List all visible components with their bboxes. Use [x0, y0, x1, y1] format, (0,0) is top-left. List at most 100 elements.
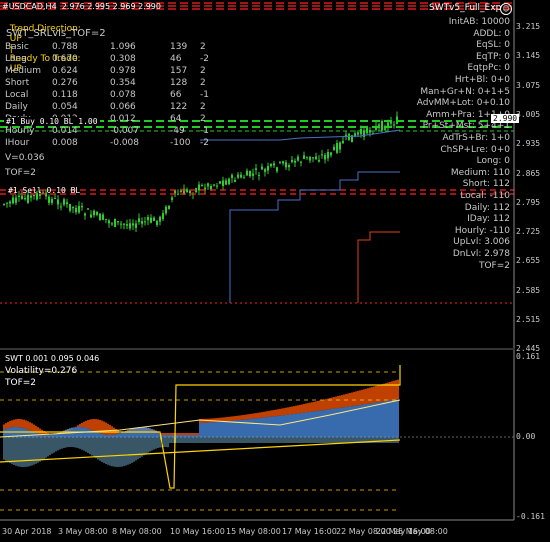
- candle-body: [93, 210, 95, 216]
- table-cell-a: 0.624: [52, 66, 78, 76]
- candle-body: [69, 203, 71, 211]
- info-label: Amm+Pra:: [426, 109, 475, 120]
- time-tick: 17 May 16:00: [282, 527, 337, 536]
- candle-body: [9, 201, 11, 204]
- candle-body: [156, 220, 158, 225]
- info-row: ADDL: 0: [380, 29, 510, 39]
- info-value: -110: [486, 191, 510, 201]
- candle-body: [294, 160, 296, 163]
- candle-body: [273, 163, 275, 166]
- candle-body: [282, 161, 284, 164]
- candle-body: [114, 218, 116, 227]
- candle-body: [12, 197, 14, 204]
- info-row: DnLvl: 2.978: [380, 249, 510, 259]
- candle-body: [72, 206, 74, 209]
- info-row: Short: 112: [380, 179, 510, 189]
- price-tick: 3.145: [516, 51, 541, 61]
- candle-body: [237, 174, 239, 178]
- candle-body: [261, 166, 263, 170]
- table-cell-c: 157: [170, 66, 188, 76]
- table-cell-c: 128: [170, 78, 188, 88]
- table-cell-d: 2: [200, 78, 206, 88]
- candle-body: [159, 216, 161, 222]
- info-row: Daily: 112: [380, 203, 510, 213]
- candle-body: [267, 166, 269, 171]
- info-row: UpLvl: 3.006: [380, 237, 510, 247]
- candle-body: [360, 128, 362, 135]
- info-label: Local:: [460, 191, 487, 201]
- candle-body: [147, 217, 149, 221]
- candle-body: [165, 206, 167, 214]
- info-label: Daily:: [464, 202, 490, 213]
- time-tick: 25 May 08:00: [393, 527, 448, 536]
- candle-body: [300, 161, 302, 163]
- table-cell-c: 139: [170, 42, 188, 52]
- table-cell-a: 0.276: [52, 78, 78, 88]
- candle-body: [117, 221, 119, 223]
- candle-body: [177, 193, 179, 195]
- pane-separator[interactable]: [0, 348, 515, 350]
- candle-body: [150, 217, 152, 223]
- table-cell-a: 0.008: [52, 138, 78, 148]
- candle-body: [96, 212, 98, 215]
- candle-body: [27, 194, 29, 203]
- candle-body: [15, 197, 17, 203]
- candle-body: [330, 152, 332, 156]
- candle-body: [225, 180, 227, 185]
- candle-body: [243, 177, 245, 179]
- candle-body: [111, 223, 113, 225]
- table-cell-a: 0.054: [52, 102, 78, 112]
- candle-body: [24, 197, 26, 200]
- price-tick: 2.725: [516, 227, 541, 237]
- candle-body: [105, 218, 107, 220]
- info-row: AdTrS+Br: 1+0: [380, 133, 510, 143]
- candle-body: [108, 220, 110, 224]
- table-cell-name: Local: [5, 90, 29, 100]
- price-tick: 2.585: [516, 285, 541, 295]
- candle-body: [288, 165, 290, 168]
- expert-name[interactable]: SWTv5_Full_Exp: [429, 3, 501, 13]
- buy-order-tag[interactable]: #1 Buy 0.10 BL 1.00: [4, 117, 100, 126]
- table-cell-b: -0.008: [110, 138, 140, 148]
- table-cell-b: 0.066: [110, 102, 136, 112]
- info-label: Long:: [476, 156, 502, 167]
- candle-body: [6, 202, 8, 204]
- table-cell-d: -2: [200, 54, 209, 64]
- candle-body: [291, 159, 293, 163]
- info-label: Short:: [462, 179, 490, 190]
- info-row: ChSP+Lre: 0+0: [380, 145, 510, 155]
- candle-body: [312, 157, 314, 159]
- table-cell-a: 0.788: [52, 42, 78, 52]
- candle-body: [210, 185, 212, 190]
- candle-body: [186, 189, 188, 192]
- candle-body: [153, 217, 155, 222]
- candle-body: [309, 156, 311, 161]
- info-value: 10000: [478, 17, 510, 27]
- table-cell-c: 66: [170, 90, 182, 100]
- candle-body: [339, 142, 341, 150]
- candle-body: [333, 146, 335, 150]
- sell-order-tag[interactable]: #1 Sell 0.10 BL: [6, 186, 82, 195]
- candle-body: [33, 195, 35, 197]
- info-label: AdvMM+Lot:: [416, 98, 474, 109]
- candle-body: [3, 203, 5, 205]
- info-label: AdTrS+Br:: [442, 133, 489, 143]
- candle-body: [213, 184, 215, 186]
- candle-body: [90, 214, 92, 218]
- smiley-icon[interactable]: ☺: [500, 3, 512, 15]
- info-row: Hourly: -110: [380, 226, 510, 236]
- table-cell-name: Medium: [5, 66, 41, 76]
- time-tick: 30 Apr 2018: [2, 527, 52, 536]
- table-cell-name: Short: [5, 78, 30, 88]
- table-cell-d: 2: [200, 66, 206, 76]
- time-tick: 3 May 08:00: [58, 527, 108, 536]
- candle-body: [252, 173, 254, 176]
- info-label: EqSL:: [476, 40, 502, 51]
- candle-body: [141, 221, 143, 224]
- price-tick: 2.795: [516, 197, 541, 207]
- candle-body: [123, 223, 125, 225]
- candle-body: [315, 156, 317, 160]
- info-label: ChSP+Lre:: [440, 144, 489, 155]
- candle-body: [180, 190, 182, 193]
- candle-body: [234, 179, 236, 182]
